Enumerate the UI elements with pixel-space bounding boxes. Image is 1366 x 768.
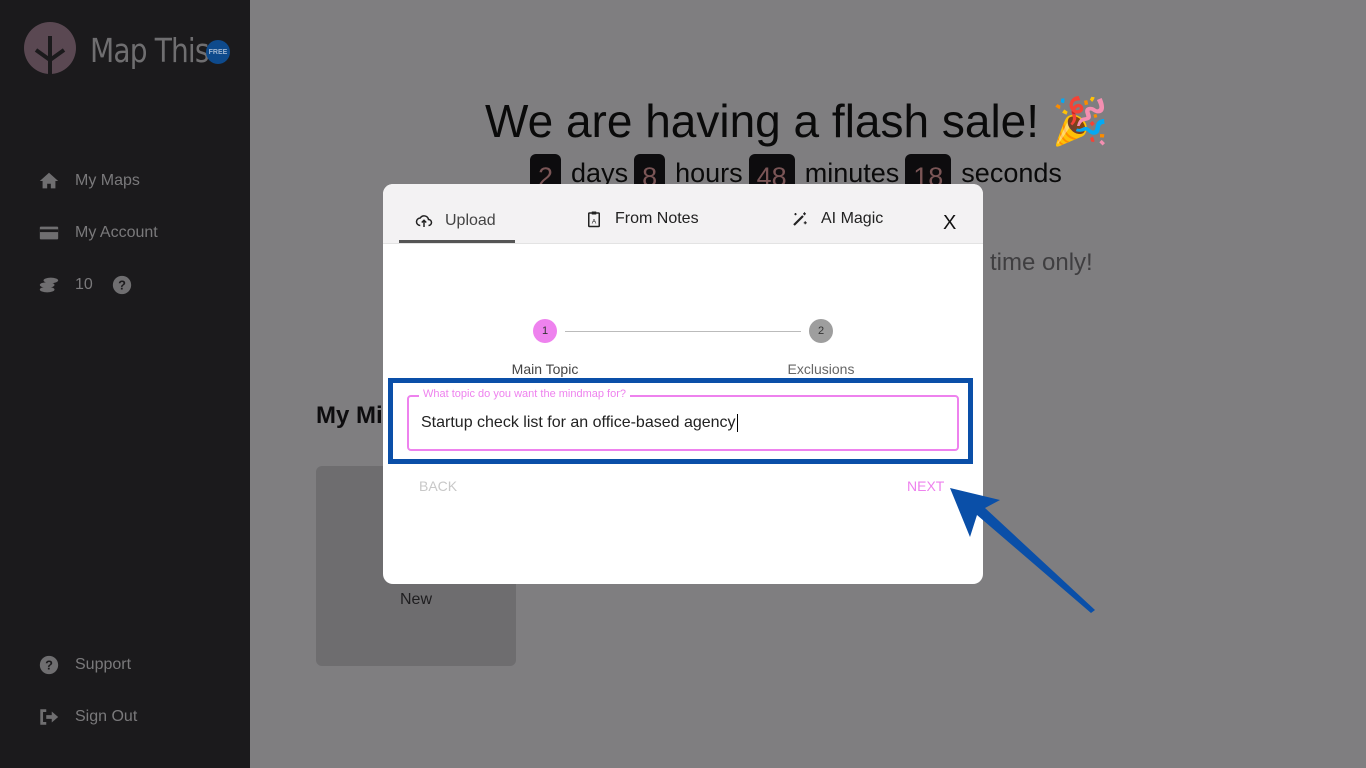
clipboard-icon: A (588, 211, 600, 228)
sidebar-item-label: My Maps (75, 172, 140, 189)
create-map-dialog: Upload A From Notes AI Magic X 1 2 Main … (383, 184, 983, 584)
tab-bar: Upload A From Notes AI Magic X (383, 184, 983, 244)
sidebar-item-my-account[interactable]: My Account (38, 222, 158, 244)
topic-input[interactable]: What topic do you want the mindmap for? … (407, 388, 959, 451)
sidebar-item-sign-out[interactable]: Sign Out (38, 706, 137, 728)
tree-logo-icon (24, 22, 76, 78)
sidebar-item-support[interactable]: ? Support (38, 654, 131, 676)
tab-label: From Notes (615, 210, 699, 227)
sidebar-item-label: Sign Out (75, 708, 138, 725)
magic-wand-icon (793, 212, 807, 226)
step-1-circle: 1 (533, 319, 557, 343)
sidebar: Map This FREE My Maps My Account 10 ? ? … (0, 0, 250, 768)
topic-input-label: What topic do you want the mindmap for? (419, 388, 630, 400)
my-mindmaps-heading: My Mi (316, 402, 383, 429)
tab-ai-magic[interactable]: AI Magic (791, 210, 883, 228)
sidebar-item-label: Support (75, 656, 132, 673)
question-circle-icon[interactable]: ? (111, 274, 133, 296)
new-label: New (399, 591, 432, 608)
credits-value: 10 (75, 276, 93, 293)
sale-subtitle: time only! (990, 249, 1093, 276)
credits-count: 10 ? (38, 274, 148, 296)
sidebar-item-label: My Account (75, 224, 158, 241)
step-connector (565, 331, 801, 332)
brand-name: Map This (90, 30, 209, 70)
next-button[interactable]: NEXT (907, 478, 944, 494)
question-circle-icon: ? (39, 655, 59, 675)
svg-text:A: A (592, 219, 597, 226)
topic-input-value[interactable]: Startup check list for an office-based a… (421, 414, 738, 432)
tab-label: AI Magic (821, 210, 884, 227)
svg-text:?: ? (45, 658, 53, 673)
sign-out-icon (40, 709, 59, 725)
close-button[interactable]: X (943, 212, 956, 235)
tab-label: Upload (445, 212, 496, 229)
free-badge: FREE (206, 40, 230, 64)
logo[interactable]: Map This (20, 20, 230, 80)
tab-upload[interactable]: Upload (415, 212, 496, 230)
sale-title: We are having a flash sale! 🎉 (485, 95, 1110, 147)
coins-icon (39, 277, 59, 293)
back-button[interactable]: BACK (419, 478, 457, 494)
sidebar-item-my-maps[interactable]: My Maps (38, 170, 140, 192)
credit-card-icon (39, 226, 59, 240)
step-2-label: Exclusions (787, 361, 855, 377)
cloud-upload-icon (415, 215, 433, 227)
svg-text:?: ? (118, 278, 126, 293)
tab-from-notes[interactable]: A From Notes (585, 210, 699, 228)
home-icon (39, 172, 59, 189)
active-tab-indicator (399, 240, 515, 243)
step-1-label: Main Topic (511, 361, 579, 377)
step-2-circle: 2 (809, 319, 833, 343)
